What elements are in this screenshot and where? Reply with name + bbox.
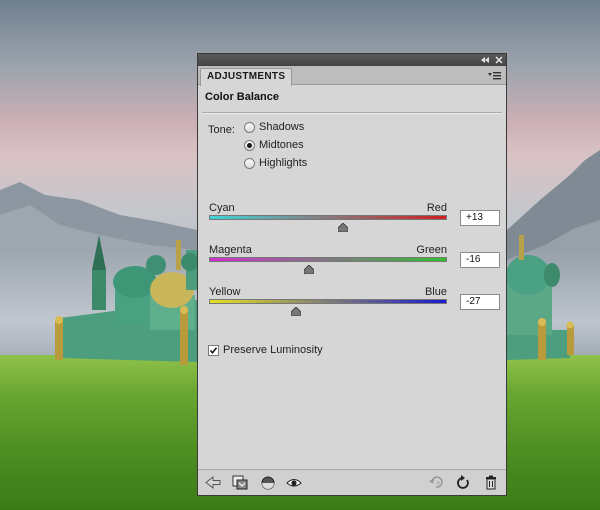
slider-magenta-green: Magenta Green -16 (209, 244, 500, 282)
slider-thumb[interactable] (303, 265, 314, 274)
slider-thumb[interactable] (290, 307, 301, 316)
label-magenta: Magenta (209, 244, 252, 256)
reset-icon[interactable] (454, 474, 472, 491)
radio-button[interactable] (244, 122, 255, 133)
layer-visibility-mask-icon[interactable] (259, 474, 277, 491)
magenta-green-value-input[interactable]: -16 (460, 252, 500, 268)
preserve-luminosity-label: Preserve Luminosity (223, 344, 323, 356)
checkmark-icon (209, 347, 218, 355)
label-green: Green (416, 244, 447, 256)
slider-track[interactable] (209, 257, 447, 262)
radio-label-shadows: Shadows (259, 121, 305, 133)
slider-cyan-red: Cyan Red +13 (209, 202, 500, 240)
panel-title: Color Balance (205, 91, 279, 103)
radio-label-highlights: Highlights (259, 157, 308, 169)
back-arrow-icon[interactable] (204, 474, 222, 491)
tab-adjustments[interactable]: ADJUSTMENTS (200, 68, 293, 86)
radio-label-midtones: Midtones (259, 139, 304, 151)
panel-menu-icon[interactable] (488, 69, 502, 81)
bottom-toolbar (198, 469, 506, 495)
slider-track[interactable] (209, 299, 447, 304)
eye-icon[interactable] (285, 474, 303, 491)
clip-to-layer-icon[interactable] (231, 474, 249, 491)
close-icon[interactable] (493, 54, 505, 66)
panel-title-bar[interactable] (198, 54, 506, 66)
trash-icon[interactable] (482, 474, 500, 491)
radio-button[interactable] (244, 158, 255, 169)
adjustments-panel: ADJUSTMENTS Color Balance Tone: Shadows … (197, 53, 507, 496)
radio-button[interactable] (244, 140, 255, 151)
cyan-red-value-input[interactable]: +13 (460, 210, 500, 226)
checkbox-box[interactable] (208, 345, 219, 356)
title-divider (202, 112, 502, 113)
label-blue: Blue (424, 286, 447, 298)
slider-track[interactable] (209, 215, 447, 220)
label-yellow: Yellow (209, 286, 241, 298)
double-chevron-left-icon[interactable] (478, 54, 492, 66)
label-cyan: Cyan (209, 202, 235, 214)
previous-state-icon[interactable] (427, 474, 445, 491)
tab-row: ADJUSTMENTS (198, 66, 506, 86)
radio-selected-dot (247, 143, 252, 148)
slider-yellow-blue: Yellow Blue -27 (209, 286, 500, 324)
tone-label: Tone: (208, 124, 235, 136)
yellow-blue-value-input[interactable]: -27 (460, 294, 500, 310)
label-red: Red (426, 202, 447, 214)
slider-thumb[interactable] (338, 223, 349, 232)
